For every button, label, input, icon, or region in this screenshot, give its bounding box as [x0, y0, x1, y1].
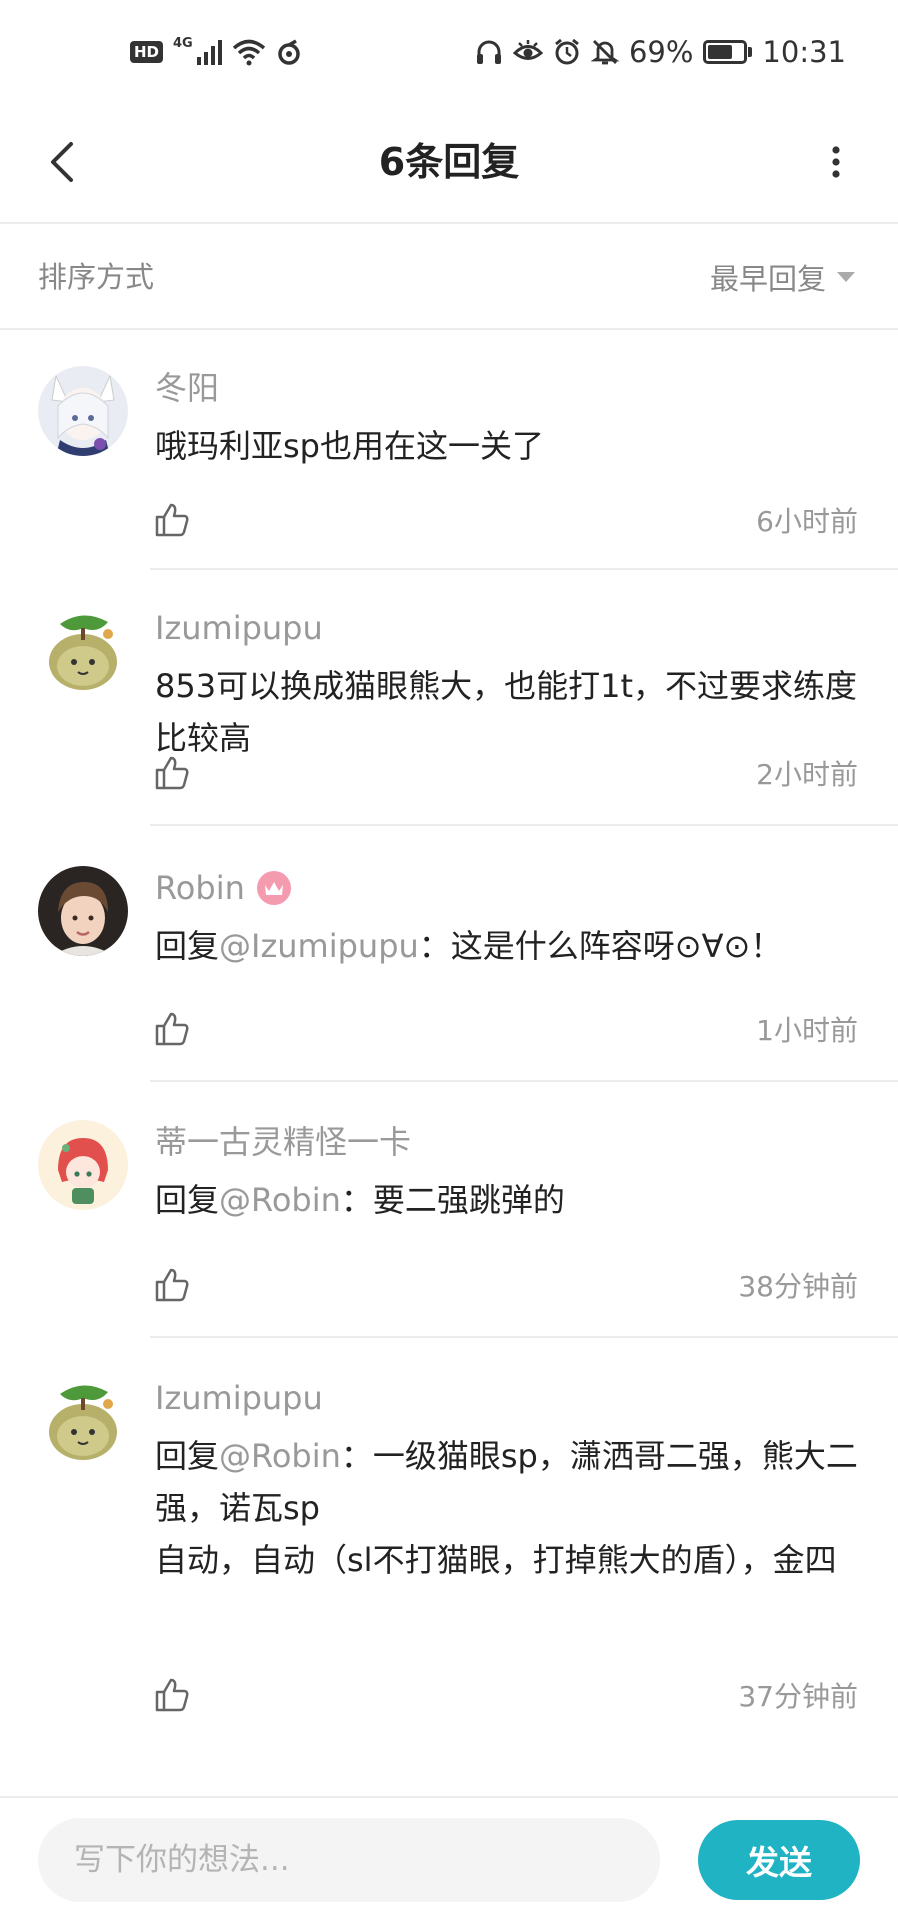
- username-row: Izumipupu: [155, 1376, 858, 1420]
- username-row: 蒂一古灵精怪一卡: [155, 1120, 858, 1164]
- hd-icon: HD: [130, 41, 164, 63]
- like-button[interactable]: [151, 752, 193, 794]
- sort-label: 排序方式: [38, 260, 155, 294]
- battery-icon: [703, 40, 753, 64]
- username-row: Robin: [155, 866, 858, 910]
- thumbs-up-icon: [155, 503, 189, 537]
- avatar[interactable]: [38, 366, 128, 456]
- reply-content: 回复@Robin：一级猫眼sp，潇洒哥二强，熊大二强，诺瓦sp 自动，自动（sl…: [155, 1437, 858, 1579]
- status-bar: HD 4G 69% 10:31: [0, 0, 898, 100]
- username[interactable]: Robin: [155, 866, 245, 910]
- status-bar-left: HD 4G: [130, 34, 302, 70]
- username-row: Izumipupu: [155, 606, 858, 650]
- like-button[interactable]: [151, 1008, 193, 1050]
- thumbs-up-icon: [155, 1678, 189, 1712]
- avatar[interactable]: [38, 606, 128, 696]
- reply-content: 哦玛利亚sp也用在这一关了: [155, 427, 544, 465]
- username[interactable]: Izumipupu: [155, 606, 323, 650]
- bell-off-icon: [590, 38, 619, 66]
- reply-item: Izumipupu 回复@Robin：一级猫眼sp，潇洒哥二强，熊大二强，诺瓦s…: [0, 1338, 898, 1713]
- more-vertical-icon: [832, 146, 840, 178]
- green-creature-avatar-icon: [38, 1376, 128, 1466]
- clock: 10:31: [762, 35, 846, 69]
- reply-item: 蒂一古灵精怪一卡 回复@Robin：要二强跳弹的 38分钟前: [0, 1082, 898, 1338]
- like-button[interactable]: [151, 1674, 193, 1716]
- username[interactable]: 冬阳: [155, 366, 219, 410]
- signal-icon: [196, 39, 222, 65]
- network-type-label: 4G: [173, 36, 193, 51]
- comment-input[interactable]: [38, 1818, 660, 1902]
- mention-link[interactable]: @Robin: [219, 1437, 341, 1475]
- avatar[interactable]: [38, 1120, 128, 1210]
- avatar[interactable]: [38, 1376, 128, 1466]
- like-button[interactable]: [151, 1264, 193, 1306]
- thumbs-up-icon: [155, 1268, 189, 1302]
- sort-bar: 排序方式 最早回复: [0, 224, 898, 330]
- alarm-icon: [553, 38, 581, 66]
- reply-content: 回复@Izumipupu：这是什么阵容呀⊙∀⊙！: [155, 927, 783, 965]
- battery-percent: 69%: [628, 35, 694, 69]
- red-hair-girl-avatar-icon: [38, 1120, 128, 1210]
- sort-dropdown[interactable]: 最早回复: [710, 224, 856, 330]
- avatar[interactable]: [38, 866, 128, 956]
- username[interactable]: Izumipupu: [155, 1376, 323, 1420]
- more-options-button[interactable]: [804, 130, 868, 194]
- username-row: 冬阳: [155, 366, 858, 410]
- page-title: 6条回复: [378, 140, 520, 184]
- like-button[interactable]: [151, 499, 193, 541]
- send-button[interactable]: 发送: [698, 1820, 860, 1900]
- fox-girl-avatar-icon: [38, 366, 128, 456]
- person-avatar-icon: [38, 866, 128, 956]
- reply-time: 6小时前: [756, 505, 858, 538]
- eye-icon: [512, 38, 543, 66]
- wifi-icon: [232, 38, 266, 66]
- status-bar-right: 69% 10:31: [475, 34, 846, 70]
- sync-icon: [276, 38, 302, 66]
- headphones-icon: [475, 38, 503, 66]
- username[interactable]: 蒂一古灵精怪一卡: [155, 1120, 411, 1164]
- green-creature-avatar-icon: [38, 606, 128, 696]
- crown-icon: [256, 871, 291, 905]
- reply-time: 2小时前: [756, 758, 858, 791]
- reply-time: 38分钟前: [738, 1270, 858, 1303]
- reply-item: Robin 回复@Izumipupu：这是什么阵容呀⊙∀⊙！ 1小时前: [0, 826, 898, 1082]
- reply-list: 冬阳 哦玛利亚sp也用在这一关了 6小时前 Izumipupu 853可以换成猫…: [0, 330, 898, 1713]
- mention-link[interactable]: @Robin: [219, 1181, 341, 1219]
- thumbs-up-icon: [155, 756, 189, 790]
- reply-content: 回复@Robin：要二强跳弹的: [155, 1181, 565, 1219]
- reply-time: 37分钟前: [738, 1680, 858, 1713]
- reply-item: 冬阳 哦玛利亚sp也用在这一关了 6小时前: [0, 330, 898, 570]
- reply-time: 1小时前: [756, 1014, 858, 1047]
- top-app-bar: 6条回复: [0, 100, 898, 224]
- sort-value: 最早回复: [709, 262, 826, 296]
- caret-down-icon: [837, 272, 855, 282]
- reply-item: Izumipupu 853可以换成猫眼熊大，也能打1t，不过要求练度比较高 2小…: [0, 570, 898, 826]
- thumbs-up-icon: [155, 1012, 189, 1046]
- comment-input-bar: 发送: [0, 1796, 898, 1920]
- mention-link[interactable]: @Izumipupu: [219, 927, 419, 965]
